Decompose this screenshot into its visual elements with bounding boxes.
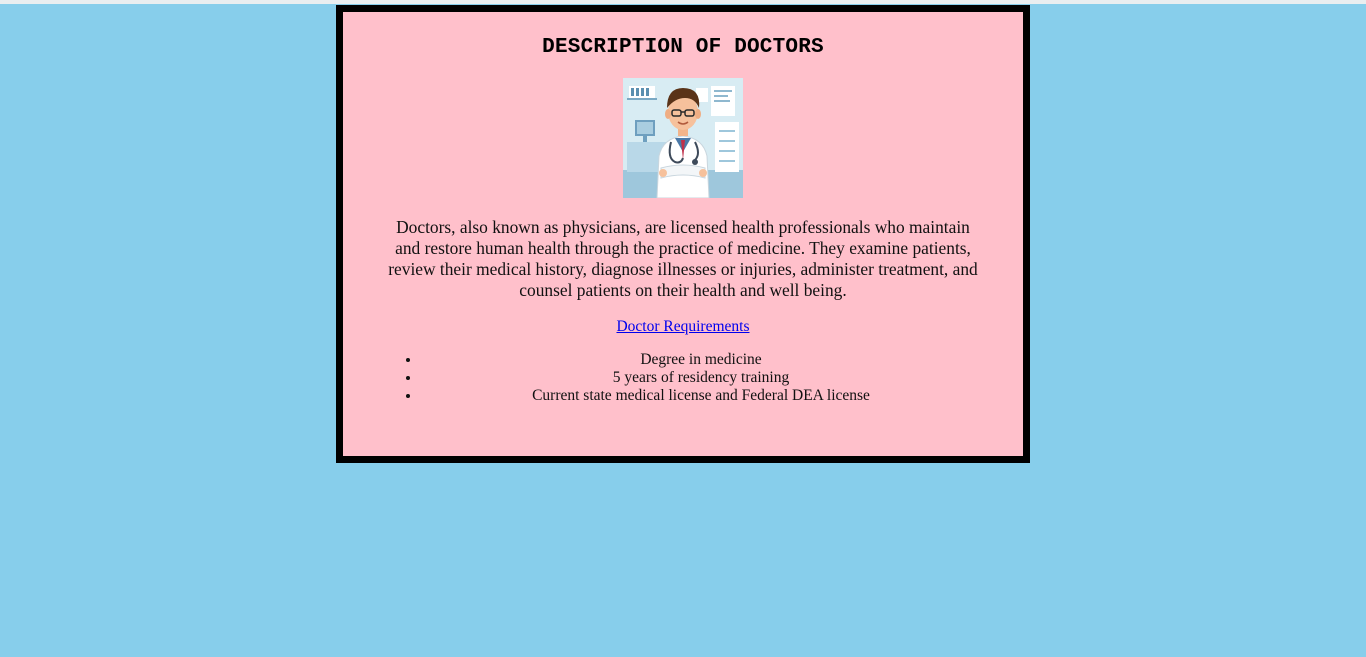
list-item: 5 years of residency training xyxy=(421,369,981,387)
browser-top-edge xyxy=(0,0,1366,4)
list-item: Degree in medicine xyxy=(421,351,981,369)
doctor-requirements-link[interactable]: Doctor Requirements xyxy=(616,318,749,336)
doctor-description-card: DESCRIPTION OF DOCTORS Doctors, also kno… xyxy=(336,5,1030,463)
requirements-list: Degree in medicine 5 years of residency … xyxy=(343,351,981,405)
page-title: DESCRIPTION OF DOCTORS xyxy=(542,36,824,59)
list-item: Current state medical license and Federa… xyxy=(421,387,981,405)
doctor-description-text: Doctors, also known as physicians, are l… xyxy=(388,217,978,300)
doctor-portrait-icon xyxy=(623,78,743,198)
